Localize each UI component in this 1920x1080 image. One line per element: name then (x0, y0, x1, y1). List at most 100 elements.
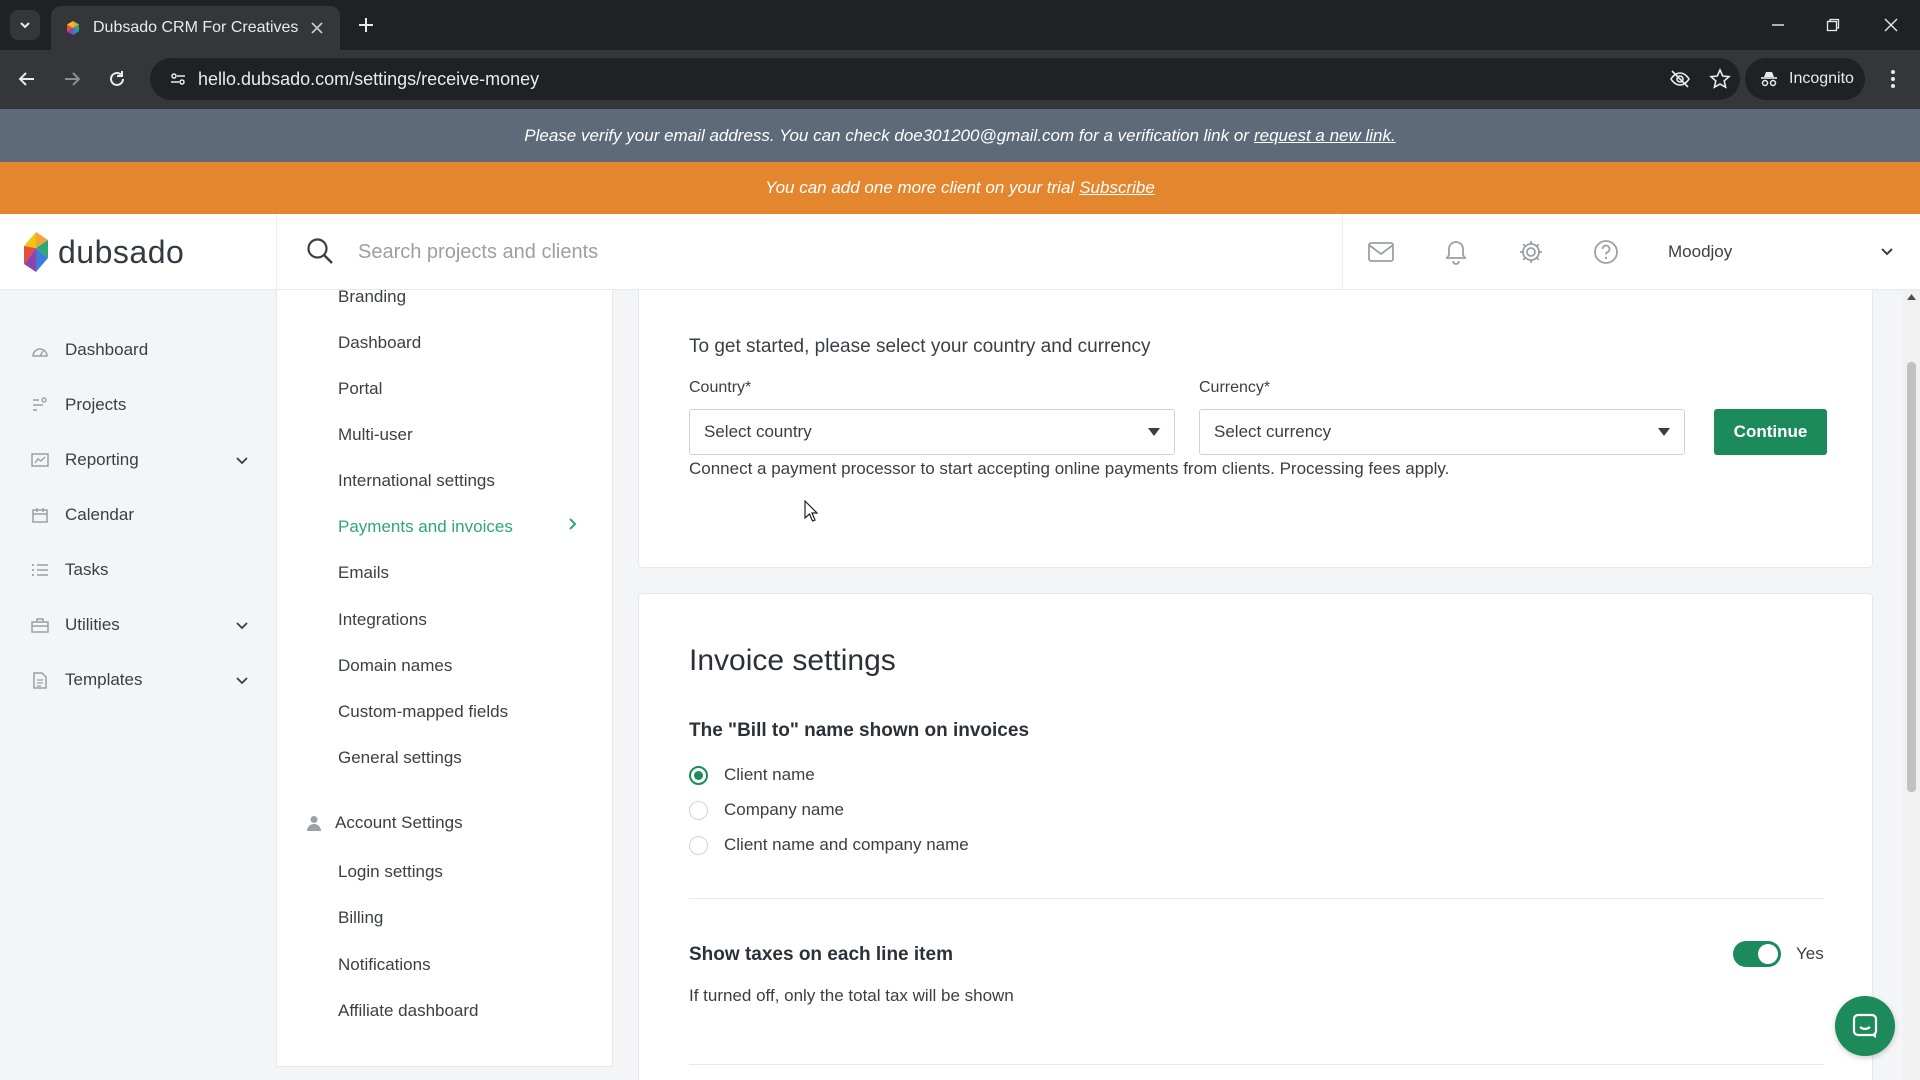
chevron-down-icon (20, 22, 30, 29)
radio-button[interactable] (689, 800, 708, 820)
back-icon[interactable] (14, 66, 40, 92)
settings-nav-general[interactable]: General settings (338, 748, 462, 768)
payment-setup-title: To get started, please select your count… (689, 336, 1151, 357)
sidebar-item-label: Projects (65, 395, 127, 414)
radio-button-selected[interactable] (689, 765, 708, 785)
account-settings-heading: Account Settings (307, 813, 463, 833)
dubsado-favicon-icon (67, 21, 79, 35)
currency-label: Currency* (1199, 379, 1271, 396)
close-window-icon[interactable] (1878, 12, 1904, 38)
sidebar-item-templates[interactable]: Templates (30, 662, 250, 698)
gear-icon[interactable] (1517, 238, 1545, 266)
trial-text: You can add one more client on your tria… (765, 178, 1075, 197)
sidebar-item-tasks[interactable]: Tasks (30, 552, 250, 588)
subscribe-link[interactable]: Subscribe (1079, 178, 1155, 198)
search-input[interactable] (358, 234, 1318, 270)
tab-search-button[interactable] (10, 10, 40, 40)
help-icon[interactable] (1592, 238, 1620, 266)
sidebar-item-label: Utilities (65, 615, 120, 634)
forward-icon[interactable] (59, 66, 85, 92)
scrollbar-thumb[interactable] (1907, 362, 1916, 792)
browser-toolbar: hello.dubsado.com/settings/receive-money… (0, 50, 1920, 109)
sidebar-item-projects[interactable]: Projects (30, 387, 250, 423)
address-bar[interactable]: hello.dubsado.com/settings/receive-money (150, 58, 1740, 100)
settings-nav-login[interactable]: Login settings (338, 862, 443, 882)
settings-nav-dashboard[interactable]: Dashboard (338, 333, 421, 353)
dubsado-logo-icon (24, 232, 48, 272)
chevron-down-icon[interactable] (1878, 242, 1896, 260)
country-select[interactable]: Select country (689, 409, 1175, 455)
settings-nav-branding[interactable]: Branding (338, 287, 406, 307)
verify-email-text: Please verify your email address. You ca… (524, 125, 1249, 145)
sidebar-item-dashboard[interactable]: Dashboard (30, 332, 250, 368)
url-text[interactable]: hello.dubsado.com/settings/receive-money (198, 69, 1660, 90)
user-menu-name[interactable]: Moodjoy (1668, 242, 1732, 262)
mail-icon[interactable] (1367, 238, 1395, 266)
browser-tab-bar: Dubsado CRM For Creatives (0, 0, 1920, 50)
settings-nav-international[interactable]: International settings (338, 471, 495, 491)
sidebar-item-label: Reporting (65, 450, 139, 469)
reload-icon[interactable] (104, 66, 130, 92)
calendar-icon (30, 505, 50, 525)
chevron-right-icon (569, 518, 577, 530)
invoice-settings-card: Invoice settings The "Bill to" name show… (638, 593, 1873, 1080)
browser-menu-icon[interactable] (1880, 66, 1906, 92)
dubsado-logo[interactable]: dubsado (22, 228, 184, 276)
settings-nav-multi-user[interactable]: Multi-user (338, 425, 413, 445)
new-tab-icon[interactable] (354, 13, 378, 37)
browser-tab[interactable]: Dubsado CRM For Creatives (51, 6, 340, 50)
continue-button[interactable]: Continue (1714, 409, 1827, 455)
invoice-settings-title: Invoice settings (689, 644, 896, 677)
page-scrollbar[interactable] (1903, 290, 1920, 1080)
sidebar-item-label: Dashboard (65, 340, 149, 359)
request-new-link[interactable]: request a new link. (1254, 126, 1396, 146)
show-taxes-note: If turned off, only the total tax will b… (689, 986, 1014, 1005)
bill-to-option-client-name[interactable]: Client name (689, 765, 815, 785)
chat-launcher-button[interactable] (1835, 996, 1895, 1056)
person-icon (307, 816, 321, 831)
currency-select[interactable]: Select currency (1199, 409, 1685, 455)
radio-label: Company name (724, 800, 845, 819)
settings-nav-emails[interactable]: Emails (338, 563, 389, 583)
bill-to-option-client-and-company[interactable]: Client name and company name (689, 835, 969, 855)
chat-icon (1852, 1013, 1878, 1038)
sidebar-item-reporting[interactable]: Reporting (30, 442, 250, 478)
templates-icon (30, 670, 50, 690)
incognito-badge[interactable]: Incognito (1745, 58, 1865, 100)
caret-down-icon (1658, 428, 1670, 436)
app-header: dubsado Moodjoy (0, 214, 1920, 290)
settings-nav-custom-fields[interactable]: Custom-mapped fields (338, 702, 508, 722)
settings-nav-domain-names[interactable]: Domain names (338, 656, 452, 676)
bookmark-star-icon[interactable] (1700, 68, 1740, 90)
dashboard-icon (30, 340, 50, 360)
settings-nav-payments-invoices[interactable]: Payments and invoices (338, 517, 513, 537)
settings-nav-affiliate[interactable]: Affiliate dashboard (338, 1001, 479, 1021)
section-divider (689, 898, 1824, 899)
scroll-up-arrow-icon[interactable] (1907, 294, 1916, 300)
currency-select-value: Select currency (1214, 422, 1332, 441)
minimize-icon[interactable] (1765, 12, 1791, 38)
radio-label: Client name (724, 765, 815, 784)
restore-icon[interactable] (1820, 12, 1846, 38)
radio-button[interactable] (689, 835, 708, 855)
mouse-pointer-icon (804, 500, 818, 522)
payment-setup-description: Connect a payment processor to start acc… (689, 459, 1450, 478)
show-taxes-toggle[interactable] (1733, 941, 1781, 967)
trial-banner: You can add one more client on your tria… (0, 162, 1920, 214)
close-tab-icon[interactable] (308, 19, 326, 37)
bill-to-heading: The "Bill to" name shown on invoices (689, 720, 1030, 741)
settings-nav-billing[interactable]: Billing (338, 908, 383, 928)
eye-off-icon[interactable] (1660, 68, 1700, 90)
caret-down-icon (1148, 428, 1160, 436)
settings-nav-notifications[interactable]: Notifications (338, 955, 431, 975)
bell-icon[interactable] (1442, 238, 1470, 266)
bill-to-option-company-name[interactable]: Company name (689, 800, 844, 820)
sidebar-item-calendar[interactable]: Calendar (30, 497, 250, 533)
reporting-icon (30, 450, 50, 470)
settings-nav-portal[interactable]: Portal (338, 379, 382, 399)
section-divider (689, 1064, 1824, 1065)
site-info-icon[interactable] (158, 70, 198, 88)
settings-nav-integrations[interactable]: Integrations (338, 610, 427, 630)
sidebar-item-label: Templates (65, 670, 143, 689)
sidebar-item-utilities[interactable]: Utilities (30, 607, 250, 643)
